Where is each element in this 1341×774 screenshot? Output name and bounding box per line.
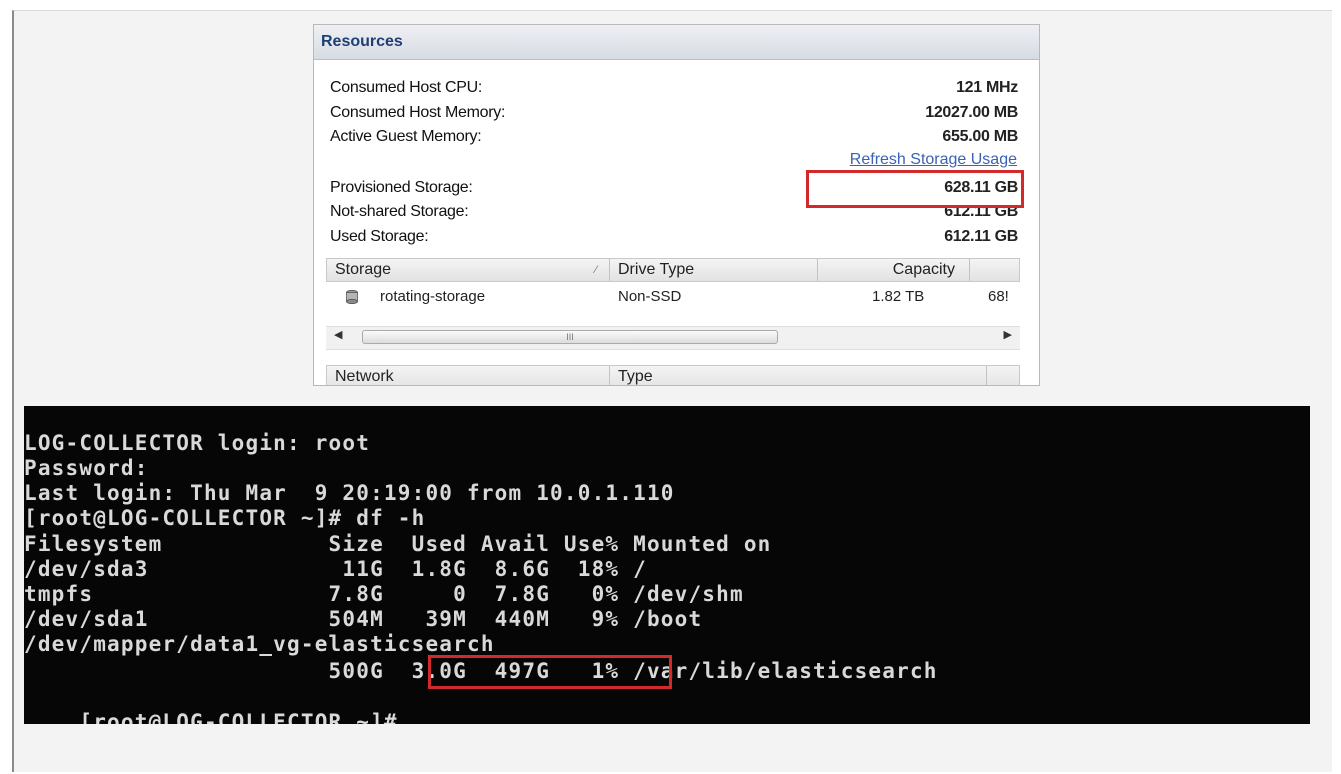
column-label: Drive Type <box>618 261 695 278</box>
resources-panel: Resources Consumed Host CPU: 121 MHz Con… <box>313 24 1040 386</box>
capacity: 1.82 TB <box>872 288 925 305</box>
stat-label: Provisioned Storage: <box>330 179 473 196</box>
column-header-type[interactable]: Type <box>610 366 987 385</box>
datastore-icon <box>346 290 358 304</box>
scrollbar-thumb[interactable]: III <box>362 330 778 344</box>
column-header-storage[interactable]: Storage ⁄ <box>327 259 610 281</box>
terminal-line: Filesystem Size Used Avail Use% Mounted … <box>24 532 772 556</box>
sort-arrow-icon: ⁄ <box>595 264 597 276</box>
terminal-line: /dev/sda1 504M 39M 440M 9% /boot <box>24 607 703 631</box>
stat-value: 12027.00 MB <box>925 104 1018 121</box>
provisioned-value: 68! <box>988 288 1009 305</box>
stat-label: Used Storage: <box>330 228 429 245</box>
stat-label: Active Guest Memory: <box>330 128 482 145</box>
terminal-console[interactable]: LOG-COLLECTOR login: root Password: Last… <box>24 406 1310 724</box>
column-label: Type <box>618 368 653 385</box>
elasticsearch-size-highlight <box>428 655 672 689</box>
drive-type: Non-SSD <box>618 288 682 305</box>
stat-value: 655.00 MB <box>942 128 1018 145</box>
stat-consumed-host-cpu: Consumed Host CPU: 121 MHz <box>330 79 1018 101</box>
stat-active-guest-memory: Active Guest Memory: 655.00 MB <box>330 128 1018 150</box>
terminal-line: /dev/mapper/data1_vg-elasticsearch <box>24 632 495 656</box>
column-label: Network <box>335 368 394 385</box>
scroll-right-icon[interactable]: ▶ <box>1004 328 1012 341</box>
stat-value: 612.11 GB <box>944 228 1018 245</box>
terminal-prompt: [root@LOG-COLLECTOR ~]# <box>79 710 412 724</box>
stat-used-storage: Used Storage: 612.11 GB <box>330 228 1018 250</box>
provisioned-storage-highlight <box>806 170 1024 208</box>
stat-value: 121 MHz <box>956 79 1018 96</box>
stat-consumed-host-memory: Consumed Host Memory: 12027.00 MB <box>330 104 1018 126</box>
terminal-line: [root@LOG-COLLECTOR ~]# df -h <box>24 506 426 530</box>
stat-label: Consumed Host CPU: <box>330 79 482 96</box>
terminal-prompt-line: [root@LOG-COLLECTOR ~]# <box>24 686 434 724</box>
horizontal-scrollbar[interactable]: ◀ III ▶ <box>326 326 1020 350</box>
terminal-line: Password: <box>24 456 149 480</box>
column-label: Storage <box>335 261 392 278</box>
storage-name: rotating-storage <box>380 288 486 305</box>
network-table-header: Network Type <box>326 365 1020 385</box>
refresh-storage-usage-link[interactable]: Refresh Storage Usage <box>850 151 1017 169</box>
resources-title: Resources <box>314 25 1039 60</box>
stat-label: Consumed Host Memory: <box>330 104 506 121</box>
terminal-line: /dev/sda3 11G 1.8G 8.6G 18% / <box>24 557 647 581</box>
terminal-line: LOG-COLLECTOR login: root <box>24 431 371 455</box>
column-header-network[interactable]: Network <box>327 366 610 385</box>
table-row[interactable]: rotating-storage Non-SSD 1.82 TB 68! <box>326 285 1020 311</box>
storage-table-header: Storage ⁄ Drive Type Capacity <box>326 258 1020 282</box>
column-header-capacity[interactable]: Capacity <box>818 259 970 281</box>
stat-label: Not-shared Storage: <box>330 203 469 220</box>
scroll-left-icon[interactable]: ◀ <box>334 328 342 341</box>
column-label: Capacity <box>892 261 955 278</box>
terminal-line: tmpfs 7.8G 0 7.8G 0% /dev/shm <box>24 582 744 606</box>
column-header-drive-type[interactable]: Drive Type <box>610 259 818 281</box>
terminal-line: Last login: Thu Mar 9 20:19:00 from 10.0… <box>24 481 675 505</box>
